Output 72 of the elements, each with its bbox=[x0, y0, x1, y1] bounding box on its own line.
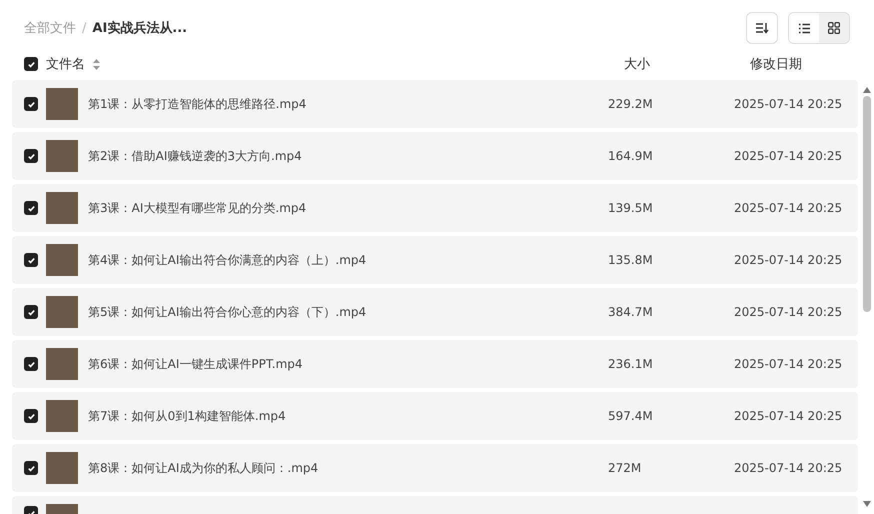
file-row[interactable]: 第2课：借助AI赚钱逆袭的3大方向.mp4 164.9M 2025-07-14 20:25 bbox=[12, 132, 858, 180]
file-row[interactable]: 第8课：如何让AI成为你的私人顾问：.mp4 272M 2025-07-14 20:25 bbox=[12, 444, 858, 492]
file-name: 第6课：如何让AI一键生成课件PPT.mp4 bbox=[88, 356, 304, 372]
file-name: 第8课：如何让AI成为你的私人顾问：.mp4 bbox=[88, 460, 320, 476]
file-row[interactable]: 第1课：从零打造智能体的思维路径.mp4 229.2M 2025-07-14 20:25 bbox=[12, 80, 858, 128]
checkbox[interactable] bbox=[24, 305, 38, 319]
file-date: 2025-07-14 20:25 bbox=[734, 149, 844, 163]
breadcrumb-separator: / bbox=[82, 20, 86, 36]
file-name: 第4课：如何让AI输出符合你满意的内容（上）.mp4 bbox=[88, 252, 368, 268]
checkbox[interactable] bbox=[24, 149, 38, 163]
column-header: 修改日期 bbox=[750, 56, 803, 73]
checkbox[interactable] bbox=[24, 97, 38, 111]
file-name: 第7课：如何从0到1构建智能体.mp4 bbox=[88, 408, 287, 424]
file-size: 236.1M bbox=[608, 357, 654, 371]
check-icon bbox=[26, 152, 36, 160]
file-size: 272M bbox=[608, 461, 642, 475]
column-header: 大小 bbox=[624, 56, 651, 73]
scroll-up-icon[interactable] bbox=[862, 86, 872, 94]
photo-placeholder bbox=[46, 192, 78, 224]
grid-icon bbox=[828, 22, 840, 34]
checkbox[interactable] bbox=[24, 57, 38, 71]
file-size: 164.9M bbox=[608, 149, 654, 163]
photo-placeholder bbox=[46, 296, 78, 328]
file-row[interactable]: 第3课：AI大模型有哪些常见的分类.mp4 139.5M 2025-07-14 20:25 bbox=[12, 184, 858, 232]
file-size: 384.7M bbox=[608, 305, 654, 319]
breadcrumb-item: AI实战兵法从... bbox=[92, 20, 188, 37]
checkbox[interactable] bbox=[24, 201, 38, 215]
file-name: 第3课：AI大模型有哪些常见的分类.mp4 bbox=[88, 200, 308, 216]
grid-view-button[interactable] bbox=[819, 13, 849, 43]
file-size: 597.4M bbox=[608, 409, 654, 423]
photo-placeholder bbox=[46, 400, 78, 432]
file-date: 2025-07-14 20:25 bbox=[734, 305, 844, 319]
file-size: 135.8M bbox=[608, 253, 654, 267]
photo-placeholder bbox=[46, 88, 78, 120]
column-header[interactable]: 文件名 bbox=[46, 55, 85, 73]
list-icon bbox=[798, 22, 810, 34]
scrollbar-thumb[interactable] bbox=[863, 96, 871, 312]
photo-placeholder bbox=[46, 140, 78, 172]
check-icon bbox=[26, 412, 36, 420]
check-icon bbox=[26, 60, 36, 68]
check-icon bbox=[26, 464, 36, 472]
file-date: 2025-07-14 20:25 bbox=[734, 461, 844, 475]
checkbox[interactable] bbox=[24, 461, 38, 475]
file-row[interactable]: 第7课：如何从0到1构建智能体.mp4 597.4M 2025-07-14 20:25 bbox=[12, 392, 858, 440]
check-icon bbox=[26, 100, 36, 108]
file-row[interactable]: 第4课：如何让AI输出符合你满意的内容（上）.mp4 135.8M 2025-07-14 20:25 bbox=[12, 236, 858, 284]
file-date: 2025-07-14 20:25 bbox=[734, 201, 844, 215]
sort-icon[interactable] bbox=[93, 58, 100, 70]
file-date: 2025-07-14 20:25 bbox=[734, 357, 844, 371]
checkbox[interactable] bbox=[24, 357, 38, 371]
file-row[interactable]: 第5课：如何让AI输出符合你心意的内容（下）.mp4 384.7M 2025-07-14 20:25 bbox=[12, 288, 858, 336]
file-name: 第1课：从零打造智能体的思维路径.mp4 bbox=[88, 96, 308, 112]
file-name: 第2课：借助AI赚钱逆袭的3大方向.mp4 bbox=[88, 148, 303, 164]
checkbox[interactable] bbox=[24, 409, 38, 423]
file-date: 2025-07-14 20:25 bbox=[734, 253, 844, 267]
check-icon bbox=[26, 360, 36, 368]
scroll-down-icon[interactable] bbox=[862, 500, 872, 508]
sort-icon bbox=[755, 22, 769, 34]
file-row[interactable]: 第6课：如何让AI一键生成课件PPT.mp4 236.1M 2025-07-14 20:25 bbox=[12, 340, 858, 388]
file-size: 139.5M bbox=[608, 201, 654, 215]
file-date: 2025-07-14 20:25 bbox=[734, 409, 844, 423]
file-size: 229.2M bbox=[608, 97, 654, 111]
file-date: 2025-07-14 20:25 bbox=[734, 97, 844, 111]
check-icon bbox=[26, 256, 36, 264]
checkbox[interactable] bbox=[24, 253, 38, 267]
file-name: 第5课：如何让AI输出符合你心意的内容（下）.mp4 bbox=[88, 304, 368, 320]
photo-placeholder bbox=[46, 244, 78, 276]
photo-placeholder bbox=[46, 348, 78, 380]
photo-placeholder bbox=[46, 452, 78, 484]
check-icon bbox=[26, 204, 36, 212]
check-icon bbox=[26, 308, 36, 316]
sort-button[interactable] bbox=[746, 12, 778, 44]
